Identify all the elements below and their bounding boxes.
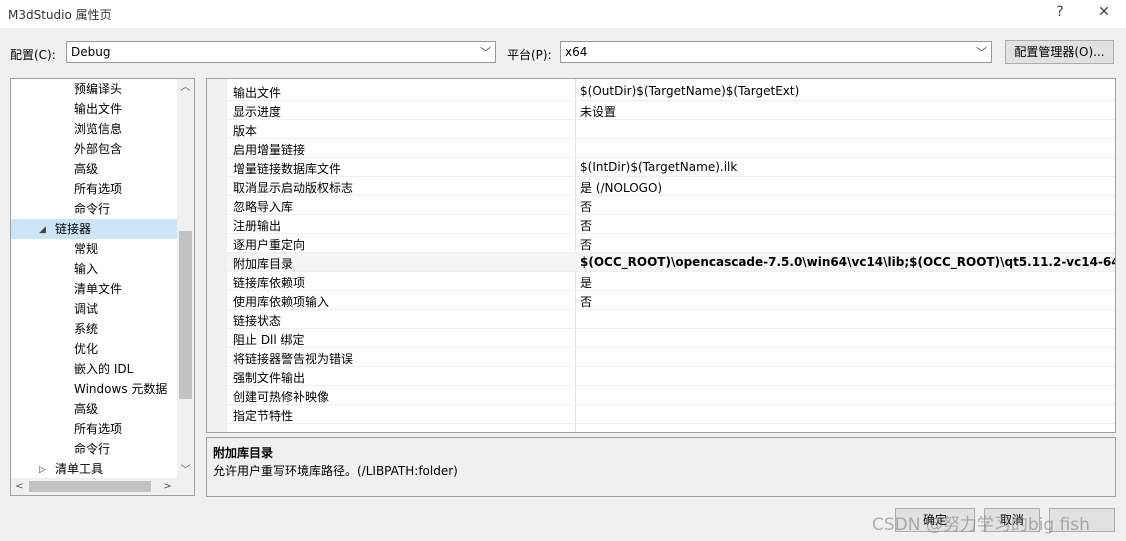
scroll-thumb[interactable] xyxy=(29,481,151,492)
chevron-down-icon: ﹀ xyxy=(976,46,987,59)
property-row[interactable]: 指定节特性 xyxy=(227,405,1115,424)
scroll-up-icon[interactable]: ︿ xyxy=(177,79,194,96)
tree-item-label: 清单工具 xyxy=(55,462,104,476)
scroll-right-icon[interactable]: > xyxy=(159,478,176,495)
property-row[interactable]: 忽略导入库否 xyxy=(227,196,1115,215)
property-row[interactable]: 取消显示启动版权标志是 (/NOLOGO) xyxy=(227,177,1115,196)
expanded-triangle-icon: ◢ xyxy=(39,225,46,235)
tree-item[interactable]: 预编译头 xyxy=(74,79,122,99)
property-row[interactable]: 链接状态 xyxy=(227,310,1115,329)
property-row[interactable]: 版本 xyxy=(227,120,1115,139)
config-combo[interactable]: Debug ﹀ xyxy=(66,41,496,63)
description-panel: 附加库目录 允许用户重写环境库路径。(/LIBPATH:folder) xyxy=(206,437,1116,497)
platform-combo[interactable]: x64 ﹀ xyxy=(560,41,992,63)
tree-item-label: 链接器 xyxy=(55,222,92,236)
tree-item[interactable]: 常规 xyxy=(74,239,98,259)
config-value: Debug xyxy=(71,45,111,59)
tree-item[interactable]: 调试 xyxy=(74,299,98,319)
property-row[interactable]: 链接库依赖项是 xyxy=(227,272,1115,291)
platform-value: x64 xyxy=(565,45,588,59)
tree-horizontal-scrollbar[interactable]: < > xyxy=(11,478,194,495)
property-row[interactable]: 将链接器警告视为错误 xyxy=(227,348,1115,367)
tree-item[interactable]: 系统 xyxy=(74,319,98,339)
property-row[interactable]: 显示进度 未设置 xyxy=(227,101,1115,120)
config-label: 配置(C): xyxy=(10,48,56,62)
property-row-selected[interactable]: 附加库目录 $(OCC_ROOT)\opencascade-7.5.0\win64… xyxy=(227,253,1115,272)
help-button[interactable]: ? xyxy=(1048,4,1072,20)
tree-item[interactable]: 输出文件 xyxy=(74,99,122,119)
scroll-left-icon[interactable]: < xyxy=(11,478,28,495)
property-row[interactable]: 增量链接数据库文件 $(IntDir)$(TargetName).ilk xyxy=(227,158,1115,177)
tree-item[interactable]: 命令行 xyxy=(74,199,110,219)
window-title: M3dStudio 属性页 xyxy=(8,8,112,22)
platform-label: 平台(P): xyxy=(507,48,552,62)
tree-item[interactable]: 输入 xyxy=(74,259,98,279)
watermark: CSDN @努力学习的big fish xyxy=(872,515,1090,535)
tree-item[interactable]: 高级 xyxy=(74,159,98,179)
tree-item[interactable]: 所有选项 xyxy=(74,419,122,439)
tree-item[interactable]: 所有选项 xyxy=(74,179,122,199)
title-bar: M3dStudio 属性页 ? ✕ xyxy=(0,0,1126,28)
property-tree: 预编译头 输出文件 浏览信息 外部包含 高级 所有选项 命令行 ◢ 链接器 常规… xyxy=(10,78,195,496)
tree-item[interactable]: Windows 元数据 xyxy=(74,379,167,399)
description-text: 允许用户重写环境库路径。(/LIBPATH:folder) xyxy=(213,464,458,478)
tree-item[interactable]: 高级 xyxy=(74,399,98,419)
config-manager-button[interactable]: 配置管理器(O)... xyxy=(1005,40,1114,64)
tree-item-linker[interactable]: ◢ 链接器 xyxy=(11,219,177,239)
close-button[interactable]: ✕ xyxy=(1092,4,1116,20)
tree-item[interactable]: 外部包含 xyxy=(74,139,122,159)
property-row[interactable]: 输出文件 $(OutDir)$(TargetName)$(TargetExt) xyxy=(227,82,1115,101)
grid-gutter xyxy=(207,79,227,432)
tree-item[interactable]: 优化 xyxy=(74,339,98,359)
tree-item[interactable]: 命令行 xyxy=(74,439,110,459)
property-row[interactable]: 强制文件输出 xyxy=(227,367,1115,386)
tree-item[interactable]: 清单文件 xyxy=(74,279,122,299)
property-row[interactable]: 启用增量链接 xyxy=(227,139,1115,158)
tree-vertical-scrollbar[interactable]: ︿ ﹀ xyxy=(177,79,194,479)
property-row[interactable]: 注册输出否 xyxy=(227,215,1115,234)
description-title: 附加库目录 xyxy=(213,446,274,460)
scroll-down-icon[interactable]: ﹀ xyxy=(177,462,194,479)
property-row[interactable]: 使用库依赖项输入否 xyxy=(227,291,1115,310)
tree-item[interactable]: 浏览信息 xyxy=(74,119,122,139)
property-grid: 输出文件 $(OutDir)$(TargetName)$(TargetExt) 显… xyxy=(206,78,1116,433)
tree-item[interactable]: 嵌入的 IDL xyxy=(74,359,133,379)
property-row[interactable]: 阻止 Dll 绑定 xyxy=(227,329,1115,348)
scroll-thumb[interactable] xyxy=(179,231,192,399)
property-row[interactable]: 创建可热修补映像 xyxy=(227,386,1115,405)
property-row[interactable]: 逐用户重定向否 xyxy=(227,234,1115,253)
collapsed-triangle-icon: ▷ xyxy=(39,465,46,475)
chevron-down-icon: ﹀ xyxy=(480,46,491,59)
